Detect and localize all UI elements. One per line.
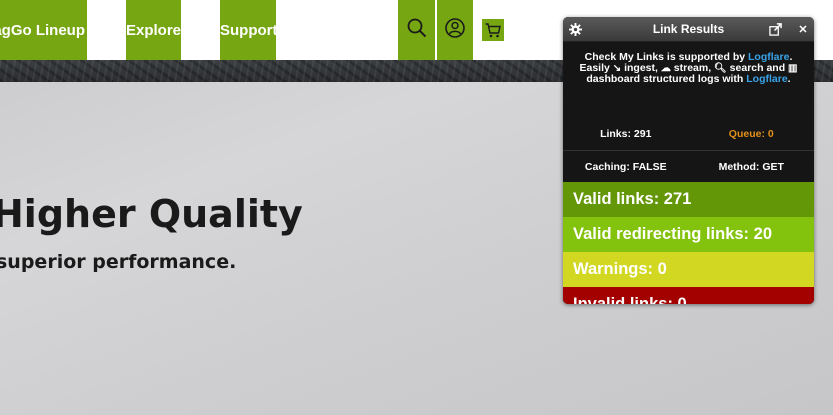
nav-item-explore[interactable]: Explore — [126, 0, 181, 60]
warnings-row[interactable]: Warnings: 0 — [563, 252, 814, 287]
invalid-links-row[interactable]: Invalid links: 0 — [563, 287, 814, 304]
hero-title: Higher Quality — [0, 192, 303, 236]
stats-row-settings: Caching: FALSE Method: GET — [563, 150, 814, 182]
nav-item-explore-label: Explore — [126, 21, 181, 39]
search-icon — [406, 17, 428, 43]
nav-item-lineup[interactable]: MagGo Lineup — [0, 0, 87, 60]
close-icon[interactable]: ✕ — [796, 22, 810, 36]
logflare-link-2[interactable]: Logflare — [746, 73, 787, 85]
cart-icon — [482, 19, 504, 41]
method-status: Method: GET — [718, 160, 784, 173]
redirecting-links-row[interactable]: Valid redirecting links: 20 — [563, 217, 814, 252]
queue-count: Queue: 0 — [728, 128, 774, 140]
info-end: . — [787, 73, 791, 85]
nav-item-lineup-label: MagGo Lineup — [0, 21, 85, 39]
nav-item-support-label: Support — [220, 21, 276, 39]
popout-icon[interactable] — [768, 22, 782, 36]
info-dashboard: dashboard structured logs with — [586, 73, 747, 85]
links-count: Links: 291 — [600, 128, 652, 140]
stats-row-counts: Links: 291 Queue: 0 — [563, 118, 814, 150]
panel-info-text: Check My Links is supported by Logflare.… — [563, 42, 814, 118]
search-button[interactable] — [398, 0, 435, 60]
caching-status: Caching: FALSE — [584, 160, 667, 173]
link-results-panel: Link Results ✕ Check My Links is support… — [563, 17, 814, 304]
valid-links-row[interactable]: Valid links: 271 — [563, 182, 814, 217]
account-icon — [444, 17, 466, 43]
account-button[interactable] — [437, 0, 473, 60]
nav-item-support[interactable]: Support — [220, 0, 276, 60]
hero-subtitle: superior performance. — [0, 251, 237, 273]
cart-button[interactable] — [480, 0, 506, 60]
panel-titlebar[interactable]: Link Results ✕ — [563, 17, 814, 42]
